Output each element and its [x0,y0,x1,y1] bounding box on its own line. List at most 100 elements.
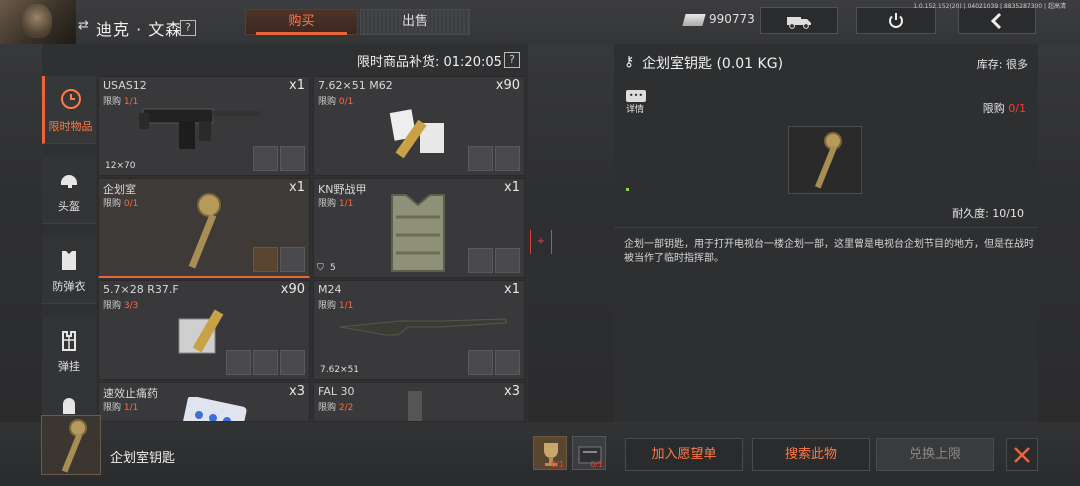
character-portrait[interactable] [0,0,76,44]
expand-marker[interactable]: + [530,230,552,254]
category-limited[interactable]: 限时物品 [42,76,96,144]
close-button[interactable] [1006,438,1038,471]
divider [614,227,1038,228]
vest-icon [56,248,82,272]
cost-item-icon [495,146,520,171]
item-limit: 限购 1/1 [318,301,354,311]
exchange-limit-button[interactable]: 兑换上限 [876,438,994,471]
key-image [61,419,87,473]
armor-vest-image [391,194,445,272]
item-name: M24 [318,283,342,296]
version-label: 1.0.152.152(20) | 04021039 | 8835287300 … [913,3,1066,10]
item-description: 企划一部钥匙，用于打开电视台一楼企划一部，这里曾是电视台企划节目的地方，但是在战… [624,239,1034,264]
item-limit: 限购 2/2 [318,403,354,413]
power-button[interactable] [856,7,936,34]
item-caliber: 7.62×51 [320,365,360,375]
info-label[interactable]: 详情 [626,102,644,115]
rifle-image [339,318,507,336]
item-name: 企划室 [103,183,136,196]
cost-item-icon [280,247,305,272]
shop-screen: ⇄ 迪克 · 文森 ? 购买 出售 990773 1.0.152.152(20)… [0,0,1080,486]
top-bar: ⇄ 迪克 · 文森 ? 购买 出售 990773 1.0.152.152(20)… [0,0,1080,44]
clock-icon [58,88,84,112]
category-rig[interactable]: 弹挂 [42,316,96,384]
category-label: 限时物品 [48,120,93,133]
item-quantity: x1 [289,78,305,93]
item-quantity: x1 [289,180,305,195]
item-quantity: x3 [504,384,520,399]
item-limit: 限购 0/1 [318,97,354,107]
cost-item-icon [253,350,278,375]
category-vest[interactable]: 防弹衣 [42,236,96,304]
item-card-m24[interactable]: M24 限购 1/1 x1 7.62×51 [313,280,525,380]
status-dot [626,188,629,191]
cost-item-icon [495,248,520,273]
item-card-armor[interactable]: KN野战甲 限购 1/1 x1 5 [313,178,525,278]
close-icon [1014,447,1030,463]
cost-item-icon [253,146,278,171]
cost-item-icon [253,247,278,272]
money-icon [682,14,706,26]
item-caliber: 12×70 [105,161,136,171]
bottom-bar: 企划室钥匙 0/1 0/1 加入愿望单 搜索此物 兑换上限 [0,415,1080,486]
cost-item-icon [226,350,251,375]
help-button[interactable]: ? [180,20,196,36]
character-name: 迪克 · 文森 [96,20,183,39]
item-quantity: x90 [280,282,305,297]
add-wishlist-button[interactable]: 加入愿望单 [625,438,743,471]
cost-item-icon [280,350,305,375]
cost-item-icon [280,146,305,171]
cost-trophy-slot: 0/1 [533,436,567,470]
item-name: KN野战甲 [318,183,367,196]
search-item-button[interactable]: 搜索此物 [752,438,870,471]
selected-item-name: 企划室钥匙 [110,451,176,466]
stock-label: 库存: 很多 [976,58,1028,71]
item-card-57ammo[interactable]: 5.7×28 R37.F 限购 3/3 x90 [98,280,310,380]
item-preview [788,126,862,194]
vehicle-button[interactable] [760,7,838,34]
cost-item-icon [468,146,493,171]
shotgun-image [139,108,261,149]
info-icon[interactable]: ••• [626,90,646,102]
ammo-box-image [389,109,444,159]
detail-limit: 限购 0/1 [982,102,1026,115]
shield-icon: ⛉ [317,263,324,273]
item-name: 7.62×51 M62 [318,79,393,92]
armor-class: 5 [330,263,336,273]
item-limit: 限购 1/1 [103,97,139,107]
category-label: 弹挂 [58,360,80,373]
swap-icon[interactable]: ⇄ [78,18,89,33]
item-quantity: x3 [289,384,305,399]
category-label: 头盔 [58,200,80,213]
item-card-m62[interactable]: 7.62×51 M62 限购 0/1 x90 [313,76,525,176]
item-limit: 限购 1/1 [318,199,354,209]
tab-buy[interactable]: 购买 [245,9,358,35]
back-button[interactable] [958,7,1036,34]
item-card-painkiller[interactable]: 速效止痛药 限购 1/1 x3 [98,382,310,422]
item-detail-panel: ⚷ 企划室钥匙 (0.01 KG) 库存: 很多 ••• 详情 限购 0/1 耐… [614,44,1038,422]
item-limit: 限购 0/1 [103,199,139,209]
tab-sell[interactable]: 出售 [360,9,470,35]
restock-help-button[interactable]: ? [504,52,520,68]
cost-count: 0/1 [551,460,564,469]
item-limit: 限购 3/3 [103,301,139,311]
durability: 耐久度: 10/10 [952,207,1024,220]
helmet-icon [56,168,82,192]
item-name: 5.7×28 R37.F [103,283,179,296]
item-quantity: x90 [495,78,520,93]
item-card-usas12[interactable]: USAS12 限购 1/1 x1 12×70 [98,76,310,176]
item-name: USAS12 [103,79,147,92]
item-card-fal30[interactable]: FAL 30 限购 2/2 x3 [313,382,525,422]
item-name: FAL 30 [318,385,355,398]
item-card-key[interactable]: 企划室 限购 0/1 x1 [98,178,310,278]
cost-item-icon [468,248,493,273]
category-label: 防弹衣 [52,280,86,293]
key-icon: ⚷ [624,54,635,70]
selected-item-thumb [41,415,101,475]
key-image [814,132,842,189]
power-icon [889,13,903,28]
cost-item-icon [468,350,493,375]
rig-icon [56,328,82,352]
category-helmet[interactable]: 头盔 [42,156,96,224]
cost-box-slot: 0/1 [572,436,606,470]
